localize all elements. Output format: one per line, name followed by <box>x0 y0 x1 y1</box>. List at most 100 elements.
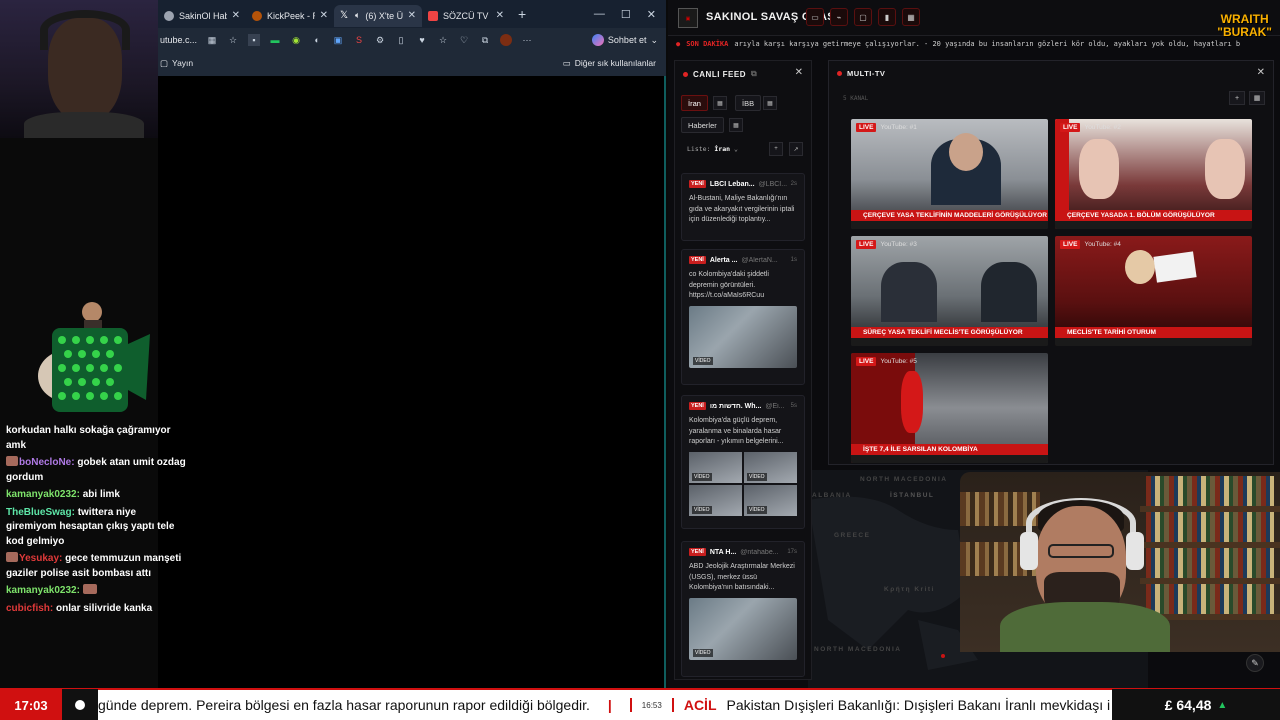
chat-overlay: korkudan halkı sokağa çağramıyor amk boN… <box>6 424 186 619</box>
tv-tile-1[interactable]: LIVE YouTube: #1 ÇERÇEVE YASA TEKLİFİNİN … <box>851 119 1048 229</box>
list-icon[interactable]: ▦ <box>729 118 743 132</box>
other-favorites[interactable]: ▭ Diğer sık kullanılanlar <box>563 58 666 69</box>
grid-icon[interactable]: ▦ <box>1249 91 1265 105</box>
kickpeek-icon <box>252 10 262 21</box>
live-dot <box>683 71 688 77</box>
copilot-chat-button[interactable]: Sohbet et ⌄ <box>591 34 666 46</box>
chip-haberler[interactable]: Haberler <box>681 117 724 133</box>
copilot-icon <box>591 34 604 46</box>
bookmarks-bar: ▢ Yayın ▭ Diğer sık kullanılanlar <box>158 52 666 74</box>
new-tab-button[interactable]: + <box>510 6 534 22</box>
chevron-down-icon: ⌄ <box>650 34 658 45</box>
user-badge-icon <box>6 552 18 562</box>
more-icon[interactable]: ··· <box>521 34 533 46</box>
tv-tile-2[interactable]: LIVE YouTube: #2 ÇERÇEVE YASADA 1. BÖLÜM … <box>1055 119 1252 229</box>
maximize-button[interactable]: ☐ <box>621 8 631 21</box>
favorites-icon[interactable]: ♥ <box>416 34 428 46</box>
dashboard-header: ▣ SAKINOL SAVAŞ ODASI ▭ ⌁ ▢ ▮ ▦ WRAITH "… <box>668 0 1280 39</box>
multi-tv-panel: MULTI-TV ✕ 5 KANAL + ▦ LIVE YouTube: #1 Ç… <box>828 60 1274 465</box>
record-indicator <box>62 689 98 720</box>
chip-ibb[interactable]: İBB <box>735 95 762 111</box>
live-dot <box>837 71 842 76</box>
tab-sakinol[interactable]: SakinOl Haber M ✕ <box>158 5 246 27</box>
extension-icon[interactable]: ◉ <box>290 34 302 46</box>
top-news-ticker: ● SON DAKİKA arıyla karşı karşıya getirm… <box>676 40 1241 48</box>
extension-icon[interactable]: S <box>353 34 365 46</box>
star-icon[interactable]: ☆ <box>227 34 239 46</box>
extension-icon[interactable]: ▪ <box>248 34 261 46</box>
close-icon[interactable]: ✕ <box>320 10 328 21</box>
puzzle-icon[interactable]: ⚙ <box>374 34 386 46</box>
rss-icon[interactable]: ⌁ <box>830 8 848 26</box>
chat-message: korkudan halkı sokağa çağramıyor amk <box>6 425 171 451</box>
url-text[interactable]: utube.c... <box>160 35 197 45</box>
minimize-button[interactable]: — <box>594 8 605 21</box>
close-icon[interactable]: ✕ <box>408 10 416 21</box>
close-icon[interactable]: ✕ <box>232 10 240 21</box>
streamer-webcam <box>0 0 158 138</box>
user-badge-icon <box>6 456 18 466</box>
list-selector[interactable]: Liste: İran ⌄ <box>687 145 738 153</box>
globe-icon <box>164 10 174 21</box>
chat-message: kamanyak0232: abi limk <box>6 489 120 500</box>
tv-tile-5[interactable]: LIVE YouTube: #5 İŞTE 7,4 İLE SARSILAN KO… <box>851 353 1048 463</box>
clock: 17:03 <box>0 689 62 720</box>
browser-content <box>158 76 666 688</box>
video-thumbnail[interactable]: VİDEO <box>689 597 797 660</box>
list-icon[interactable]: ▦ <box>713 96 727 110</box>
tv-icon[interactable]: ▭ <box>806 8 824 26</box>
feed-card[interactable]: YENİ Alerta ... @AlertaN... 1s co Kolombiya… <box>681 249 805 385</box>
grid-icon[interactable]: ▦ <box>902 8 920 26</box>
war-room-dashboard: NORTH MACEDONIA ALBANIA GREECE İSTANBUL … <box>668 0 1280 688</box>
feed-card[interactable]: YENİ LBCI Leban... @LBCI... 2s Al-Bustani, … <box>681 173 805 241</box>
extension-icon[interactable]: ▬ <box>269 34 281 46</box>
chart-icon[interactable]: ▮ <box>878 8 896 26</box>
speaker-icon[interactable]: 🔈︎ <box>355 10 360 21</box>
feed-card[interactable]: YENİ חדשות מו. Wh... @Ei... 5s Kolombiya'da… <box>681 395 805 529</box>
copilot-icon[interactable]: ♡ <box>458 34 470 46</box>
collections-icon[interactable]: ☆ <box>437 34 449 46</box>
video-thumbnail-grid[interactable]: VİDEO VİDEO VİDEO VİDEO <box>689 451 797 516</box>
video-thumbnail[interactable]: VİDEO <box>689 305 797 368</box>
emote-icon <box>82 584 97 594</box>
sidebar-icon[interactable]: ▯ <box>395 34 407 46</box>
chat-message: TheBlueSwag: twittera niye giremiyom hes… <box>6 506 175 547</box>
close-window-button[interactable]: ✕ <box>647 8 656 21</box>
add-icon[interactable]: + <box>1229 91 1245 105</box>
close-icon[interactable]: ✕ <box>795 67 803 78</box>
app-icon[interactable]: ▦ <box>206 34 218 46</box>
add-icon[interactable]: + <box>769 142 783 156</box>
expand-icon[interactable]: ↗ <box>789 142 803 156</box>
close-icon[interactable]: ✕ <box>496 10 504 21</box>
tv-tile-3[interactable]: LIVE YouTube: #3 SÜREÇ YASA TEKLİFİ MECLİ… <box>851 236 1048 346</box>
briefcase-icon[interactable]: ▢ <box>854 8 872 26</box>
tv-tile-4[interactable]: LIVE YouTube: #4 MECLİS'TE TARİHİ OTURUM <box>1055 236 1252 346</box>
extension-icon[interactable]: ▣ <box>332 34 344 46</box>
bookmark-yayin[interactable]: ▢ Yayın <box>160 58 193 69</box>
tab-kickpeek[interactable]: KickPeek - Real ✕ <box>246 5 334 27</box>
feed-card[interactable]: YENİ NTA H... @ntahabe... 17s ABD Jeolojik … <box>681 541 805 677</box>
divider-bar <box>671 698 674 712</box>
live-dot: ● <box>676 40 681 48</box>
browser-window: SakinOl Haber M ✕ KickPeek - Real ✕ 𝕏 🔈︎… <box>158 0 666 76</box>
channel-logo: ▣ <box>678 8 698 28</box>
feed-title: CANLI FEED ⧉ <box>683 69 757 79</box>
list-icon[interactable]: ▦ <box>763 96 777 110</box>
extension-icon[interactable]: ◐ <box>311 34 323 46</box>
chip-iran[interactable]: İran <box>681 95 708 111</box>
external-link-icon[interactable]: ⧉ <box>751 69 757 79</box>
close-icon[interactable]: ✕ <box>1257 67 1265 78</box>
youtube-icon <box>428 10 438 21</box>
folder-icon: ▭ <box>562 57 571 68</box>
tab-x[interactable]: 𝕏 🔈︎ (6) X'te Ün ✕ <box>334 4 422 27</box>
page-icon: ▢ <box>160 57 169 68</box>
pencil-icon[interactable]: ✎ <box>1246 654 1264 672</box>
tab-strip: SakinOl Haber M ✕ KickPeek - Real ✕ 𝕏 🔈︎… <box>158 0 666 28</box>
ticker-scroll: günde deprem. Pereira bölgesi en fazla h… <box>98 697 1111 713</box>
profile-avatar[interactable] <box>500 34 513 46</box>
tab-sozcu[interactable]: SÖZCÜ TV Can ✕ <box>422 5 510 27</box>
screenshot-icon[interactable]: ⧉ <box>479 34 491 46</box>
address-bar-row: utube.c... ▦ ☆ ▪ ▬ ◉ ◐ ▣ S ⚙ ▯ ♥ ☆ ♡ ⧉ ·… <box>158 28 666 52</box>
arrow-up-icon: ▲ <box>1217 699 1228 711</box>
divider-bar <box>629 698 632 712</box>
